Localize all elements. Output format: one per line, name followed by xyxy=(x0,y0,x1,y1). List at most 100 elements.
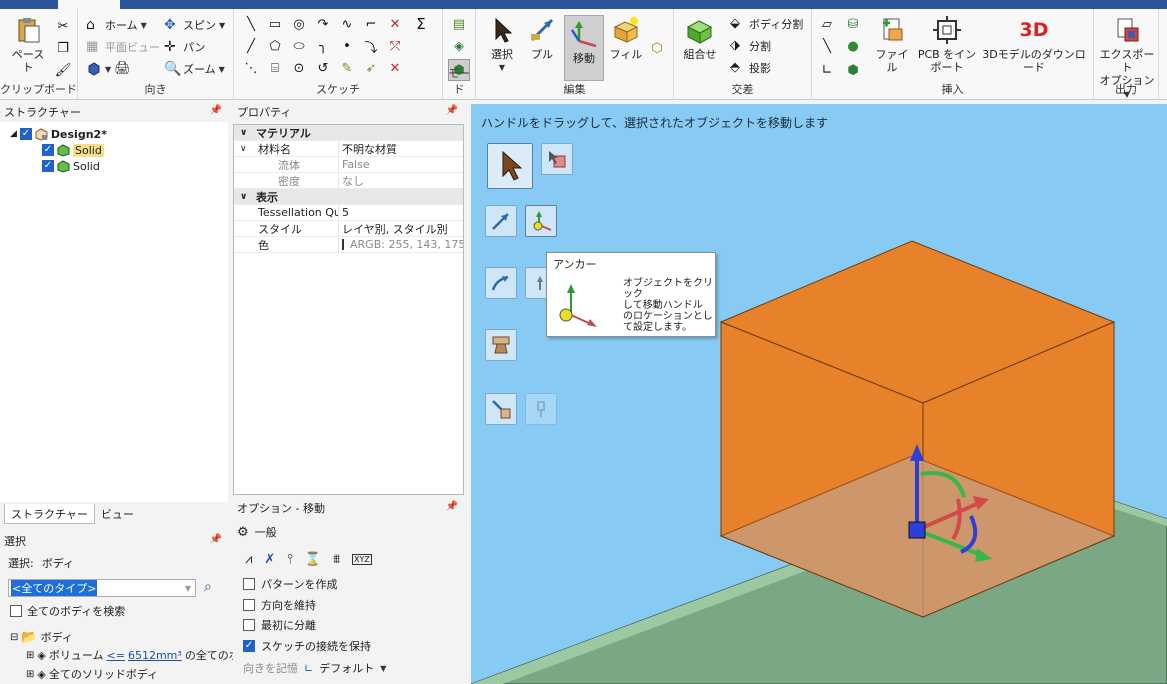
option-keep-sketch-connectivity[interactable]: ✓ スケッチの接続を保持 xyxy=(243,638,371,654)
collapse-icon[interactable]: ⊞ xyxy=(26,669,34,680)
file-insert-button[interactable]: ファイル xyxy=(874,15,910,74)
tree-root[interactable]: ◢ ✓ Design2* xyxy=(10,126,107,142)
home-button[interactable]: ⌂ ホーム ▼ xyxy=(86,17,147,33)
view-cube-dropdown-icon[interactable]: ▼ xyxy=(105,65,111,74)
shell-insert-icon[interactable]: ⬢ xyxy=(844,61,862,79)
select-dropdown-icon[interactable]: ▼ xyxy=(499,61,505,74)
three-point-circle-icon[interactable]: ⊙ xyxy=(290,59,308,77)
prop-row-density[interactable]: 密度 なし xyxy=(234,173,463,189)
search-all-bodies-checkbox[interactable] xyxy=(10,605,22,617)
prop-row-material-name[interactable]: ∨ 材料名 不明な材質 xyxy=(234,141,463,157)
pin-icon[interactable]: 📌 xyxy=(446,501,458,512)
option-maintain-orientation[interactable]: 方向を維持 xyxy=(243,597,316,613)
option-remember-orientation[interactable]: 向きを記憶 ∟ デフォルト ▼ xyxy=(243,660,386,676)
section-mode-icon[interactable]: ◈ xyxy=(450,37,468,55)
sphere-insert-icon[interactable]: ● xyxy=(844,37,862,55)
point-tool-icon[interactable]: • xyxy=(338,37,356,55)
search-icon[interactable]: ⌕ xyxy=(204,579,212,595)
orientation-value[interactable]: デフォルト xyxy=(319,660,374,676)
prop-row-fluid[interactable]: 流体 False xyxy=(234,157,463,173)
prop-category-display[interactable]: ∨ 表示 xyxy=(234,189,463,205)
axis-insert-icon[interactable]: ╲ xyxy=(818,37,836,55)
move-along-tool-button[interactable] xyxy=(485,205,517,237)
format-painter-icon[interactable]: 🖌 xyxy=(54,61,72,79)
pan-button[interactable]: ✛ パン xyxy=(164,39,206,55)
move-along-path-icon[interactable]: ⩘ xyxy=(245,552,252,567)
three-point-rectangle-icon[interactable]: ⌸ xyxy=(266,59,284,77)
type-filter-dropdown-icon[interactable]: ▼ xyxy=(185,584,191,593)
pin-icon[interactable]: 📌 xyxy=(446,105,458,116)
snap-view-icon[interactable]: 🖨 xyxy=(114,61,131,77)
home-dropdown-icon[interactable]: ▼ xyxy=(141,21,147,30)
collapse-icon[interactable]: ∨ xyxy=(240,144,247,154)
option-detach-first[interactable]: 最初に分離 xyxy=(243,617,316,633)
spin-button[interactable]: ✥ スピン ▼ xyxy=(164,17,225,33)
option-create-pattern[interactable]: パターンを作成 xyxy=(243,576,337,592)
select-body-tool-button[interactable] xyxy=(541,143,573,175)
spline-tool-icon[interactable]: ∿ xyxy=(338,15,356,33)
origin-insert-icon[interactable]: ∟ xyxy=(818,61,836,79)
collapse-icon[interactable]: ∨ xyxy=(240,192,247,202)
select-tool-button[interactable] xyxy=(487,143,533,189)
polygon-tool-icon[interactable]: ⬠ xyxy=(266,37,284,55)
prop-category-material[interactable]: ∨ マテリアル xyxy=(234,125,463,141)
line-tool-icon[interactable]: ╲ xyxy=(242,15,260,33)
construction-line-icon[interactable]: ⋱ xyxy=(242,59,260,77)
option-keep-sketch-connectivity-checkbox[interactable]: ✓ xyxy=(243,640,255,652)
collapse-icon[interactable]: ⊞ xyxy=(26,650,34,661)
bend-tool-icon[interactable]: ✎ xyxy=(338,59,356,77)
move-handle-anchor[interactable] xyxy=(908,521,926,539)
color-value[interactable]: ARGB: 255, 143, 175 xyxy=(338,237,463,252)
tab-structure[interactable]: ストラクチャー xyxy=(4,504,95,524)
option-maintain-orientation-checkbox[interactable] xyxy=(243,599,255,611)
face-curve-icon[interactable]: ➶ xyxy=(362,59,380,77)
download-3d-model-button[interactable]: 3D 3Dモデルのダウンロード xyxy=(982,15,1086,74)
corner-tool-icon[interactable]: ⌐ xyxy=(362,15,380,33)
split-button[interactable]: ⬗ 分割 xyxy=(730,38,771,54)
option-detach-first-checkbox[interactable] xyxy=(243,619,255,631)
ribbon-tab-active[interactable] xyxy=(58,0,120,9)
pull-button[interactable]: プル xyxy=(524,15,560,61)
offset-tool-icon[interactable]: ⤵ xyxy=(362,37,380,56)
tangent-line-icon[interactable]: ╱ xyxy=(242,37,260,55)
combine-button[interactable]: 組合せ xyxy=(680,15,720,61)
up-to-tool-button[interactable] xyxy=(485,329,517,361)
tab-view[interactable]: ビュー xyxy=(95,504,140,524)
copy-icon[interactable]: ❐ xyxy=(54,39,72,57)
collapse-icon[interactable]: ⊟ xyxy=(10,632,18,643)
collapse-icon[interactable]: ∨ xyxy=(240,128,247,138)
plane-insert-icon[interactable]: ▱ xyxy=(818,15,836,33)
options-general-header[interactable]: ⚙ 一般 xyxy=(237,524,277,540)
arc-tool-icon[interactable]: ↷ xyxy=(314,15,332,33)
ruler-dimension-icon[interactable]: ⫯ xyxy=(287,552,293,567)
selection-tree-all-solids[interactable]: ⊞ ◈ 全てのソリッドボディ xyxy=(26,666,158,682)
split-line-icon[interactable]: ✕ xyxy=(386,59,404,77)
type-filter-select[interactable]: <全てのタイプ> ▼ xyxy=(8,579,196,597)
tree-item-solid-2[interactable]: ✓ Solid xyxy=(42,158,100,174)
zoom-button[interactable]: 🔍 ズーム ▼ xyxy=(164,61,225,77)
xyz-icon[interactable]: XYZ xyxy=(352,554,372,565)
rectangle-tool-icon[interactable]: ▭ xyxy=(266,15,284,33)
view-cube-button[interactable]: ▼ 🖨 xyxy=(86,61,131,77)
selection-tree-bodies[interactable]: ⊟ 📂 ボディ xyxy=(10,629,73,645)
project-button[interactable]: ⬘ 投影 xyxy=(730,60,771,76)
cut-icon[interactable]: ✂ xyxy=(54,17,72,35)
trim-tool-icon[interactable]: ✕ xyxy=(386,15,404,33)
circle-tool-icon[interactable]: ◎ xyxy=(290,15,308,33)
orientation-dropdown-icon[interactable]: ▼ xyxy=(380,664,386,673)
pivot-disabled-button[interactable] xyxy=(525,393,557,425)
paste-button[interactable]: ペースト xyxy=(8,15,48,74)
collapse-icon[interactable]: ◢ xyxy=(10,129,17,139)
spin-dropdown-icon[interactable]: ▼ xyxy=(219,21,225,30)
3d-viewport[interactable]: ハンドルをドラッグして、選択されたオブジェクトを移動します アンカー オブジェク… xyxy=(471,104,1167,684)
sketch-mode-icon[interactable]: ▤ xyxy=(450,15,468,33)
selection-tree-volume[interactable]: ⊞ ◈ ボリューム <= 6512mm³ の全てのボ xyxy=(26,647,240,663)
option-create-pattern-checkbox[interactable] xyxy=(243,578,255,590)
move-along-trajectory-button[interactable] xyxy=(485,267,517,299)
pcb-import-button[interactable]: PCB をイン ポート xyxy=(916,15,978,74)
extend-tool-icon[interactable]: ⤱ xyxy=(386,37,404,55)
fillet-tool-icon[interactable]: ╮ xyxy=(314,37,332,55)
pin-icon[interactable]: 📌 xyxy=(210,105,222,116)
volume-operator[interactable]: <= xyxy=(107,649,125,662)
pivot-tool-button[interactable] xyxy=(485,393,517,425)
